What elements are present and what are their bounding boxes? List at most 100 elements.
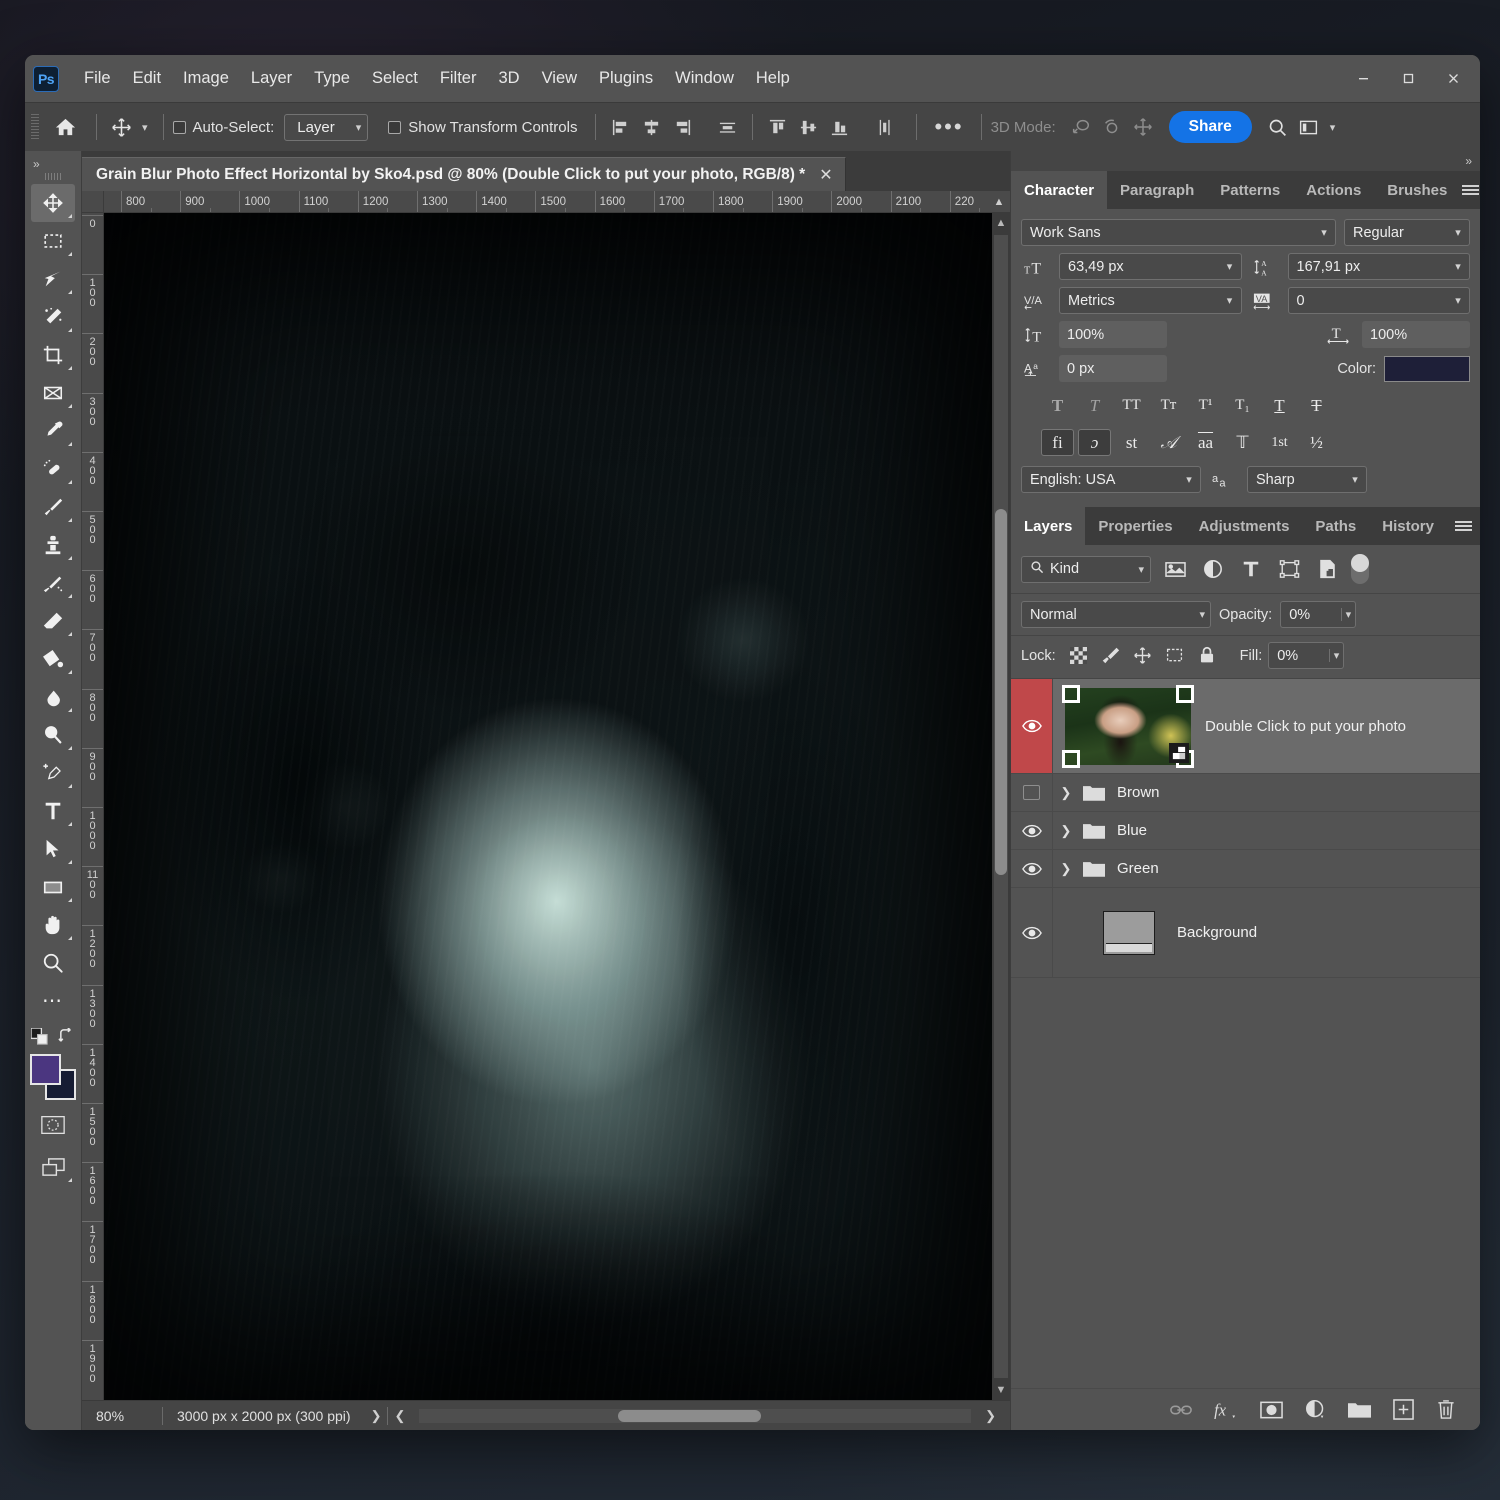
expand-group-chevron-right-icon[interactable]: ❯ — [1053, 861, 1079, 877]
zoom-tool[interactable] — [31, 944, 75, 982]
foreground-color-swatch[interactable] — [30, 1054, 61, 1085]
distribute-vertical-icon[interactable] — [869, 112, 900, 142]
pan-3d-icon[interactable] — [1128, 112, 1159, 142]
filter-smart-object-icon[interactable] — [1313, 556, 1341, 582]
distribute-horizontal-icon[interactable] — [712, 112, 743, 142]
faux-bold-button[interactable]: T — [1041, 392, 1074, 419]
filter-adjustment-icon[interactable] — [1199, 556, 1227, 582]
close-icon[interactable]: ✕ — [819, 165, 832, 185]
edit-toolbar-icon[interactable]: ⋯ — [31, 982, 75, 1020]
ordinals-button[interactable]: 1st — [1263, 429, 1296, 456]
align-right-edges-icon[interactable] — [667, 112, 698, 142]
path-selection-tool[interactable] — [31, 830, 75, 868]
faux-italic-button[interactable]: T — [1078, 392, 1111, 419]
gradient-tool[interactable] — [31, 640, 75, 678]
menu-type[interactable]: Type — [303, 65, 361, 92]
tab-adjustments[interactable]: Adjustments — [1186, 507, 1303, 545]
dodge-tool[interactable] — [31, 716, 75, 754]
layer-thumbnail[interactable] — [1103, 910, 1155, 955]
underline-button[interactable]: T — [1263, 392, 1296, 419]
tab-properties[interactable]: Properties — [1085, 507, 1185, 545]
zoom-level[interactable]: 80% — [82, 1408, 162, 1424]
contextual-alternates-button[interactable]: ɔ — [1078, 429, 1111, 456]
menu-3d[interactable]: 3D — [487, 65, 530, 92]
delete-layer-icon[interactable] — [1436, 1399, 1456, 1420]
filter-type-icon[interactable] — [1237, 556, 1265, 582]
opacity-input[interactable]: 0% ▾ — [1280, 601, 1357, 628]
tab-patterns[interactable]: Patterns — [1207, 171, 1293, 209]
rectangular-marquee-tool[interactable] — [31, 222, 75, 260]
add-layer-mask-icon[interactable] — [1260, 1401, 1283, 1419]
new-layer-icon[interactable] — [1393, 1399, 1414, 1420]
align-bottom-edges-icon[interactable] — [824, 112, 855, 142]
text-color-swatch[interactable] — [1384, 355, 1470, 382]
scroll-down-icon[interactable]: ▼ — [996, 1380, 1007, 1400]
crop-tool[interactable] — [31, 336, 75, 374]
spot-healing-brush-tool[interactable] — [31, 450, 75, 488]
search-icon[interactable] — [1262, 112, 1293, 142]
clone-stamp-tool[interactable] — [31, 526, 75, 564]
move-tool[interactable] — [31, 184, 75, 222]
align-top-edges-icon[interactable] — [762, 112, 793, 142]
quick-mask-icon[interactable] — [31, 1106, 75, 1144]
titling-alternates-button[interactable]: aa — [1189, 429, 1222, 456]
stylistic-alternates-button[interactable]: 𝕋 — [1226, 429, 1259, 456]
anti-alias-dropdown[interactable]: Sharp ▾ — [1247, 466, 1367, 493]
chevron-down-icon[interactable]: ▾ — [1324, 121, 1342, 134]
frame-tool[interactable] — [31, 374, 75, 412]
standard-ligatures-button[interactable]: fi — [1041, 429, 1074, 456]
leading-input[interactable]: 167,91 px ▾ — [1287, 253, 1470, 280]
swap-colors-icon[interactable] — [58, 1027, 75, 1050]
layer-visibility-toggle[interactable] — [1011, 812, 1053, 849]
discretionary-ligatures-button[interactable]: st — [1115, 429, 1148, 456]
blur-tool[interactable] — [31, 678, 75, 716]
orbit-3d-icon[interactable] — [1066, 112, 1097, 142]
layer-visibility-toggle[interactable] — [1011, 888, 1053, 977]
rectangle-tool[interactable] — [31, 868, 75, 906]
scroll-left-icon[interactable]: ❮ — [388, 1408, 411, 1424]
history-brush-tool[interactable] — [31, 564, 75, 602]
align-vertical-centers-icon[interactable] — [793, 112, 824, 142]
layer-filter-kind-dropdown[interactable]: Kind ▾ — [1021, 555, 1151, 583]
horizontal-scroll-track[interactable] — [419, 1408, 972, 1423]
menu-image[interactable]: Image — [172, 65, 240, 92]
baseline-shift-input[interactable]: 0 px — [1059, 355, 1167, 382]
horizontal-type-tool[interactable] — [31, 792, 75, 830]
vertical-ruler[interactable]: 0 100 200 300 400 500 600 700 800 900 1000 1100 1200… — [82, 213, 104, 1400]
eraser-tool[interactable] — [31, 602, 75, 640]
tool-preset-chevron-down-icon[interactable]: ▾ — [136, 121, 154, 134]
canvas[interactable] — [104, 213, 992, 1400]
roll-3d-icon[interactable] — [1097, 112, 1128, 142]
move-tool-icon[interactable] — [106, 112, 136, 142]
tab-history[interactable]: History — [1369, 507, 1447, 545]
panel-menu-icon[interactable] — [1460, 171, 1480, 209]
show-transform-checkbox[interactable] — [388, 120, 402, 134]
menu-select[interactable]: Select — [361, 65, 429, 92]
tools-panel-grip[interactable] — [45, 173, 61, 180]
vertical-scale-input[interactable]: 100% — [1059, 321, 1167, 348]
status-expand-chevron-right-icon[interactable]: ❯ — [365, 1408, 388, 1424]
layer-visibility-toggle[interactable] — [1011, 679, 1053, 773]
auto-select-scope-dropdown[interactable]: Layer ▾ — [284, 113, 369, 141]
hand-tool[interactable] — [31, 906, 75, 944]
tracking-input[interactable]: 0 ▾ — [1287, 287, 1470, 314]
table-row[interactable]: ❯ Blue — [1011, 812, 1480, 850]
font-style-dropdown[interactable]: Regular ▾ — [1344, 219, 1470, 246]
layer-thumbnail[interactable] — [1062, 684, 1194, 768]
options-bar-grip[interactable] — [31, 114, 39, 140]
filter-enable-toggle[interactable] — [1351, 554, 1369, 584]
tab-paragraph[interactable]: Paragraph — [1107, 171, 1207, 209]
lock-all-icon[interactable] — [1194, 644, 1220, 668]
small-caps-button[interactable]: Tᴛ — [1152, 392, 1185, 419]
collapse-panels-icon[interactable]: » — [1011, 151, 1480, 171]
home-icon[interactable] — [43, 109, 87, 145]
new-adjustment-layer-icon[interactable] — [1305, 1399, 1326, 1420]
menu-filter[interactable]: Filter — [429, 65, 488, 92]
lock-artboard-nesting-icon[interactable] — [1162, 644, 1188, 668]
link-layers-icon[interactable] — [1170, 1402, 1192, 1418]
expand-group-chevron-right-icon[interactable]: ❯ — [1053, 823, 1079, 839]
menu-file[interactable]: File — [73, 65, 122, 92]
menu-help[interactable]: Help — [745, 65, 801, 92]
align-horizontal-centers-icon[interactable] — [636, 112, 667, 142]
brush-tool[interactable] — [31, 488, 75, 526]
